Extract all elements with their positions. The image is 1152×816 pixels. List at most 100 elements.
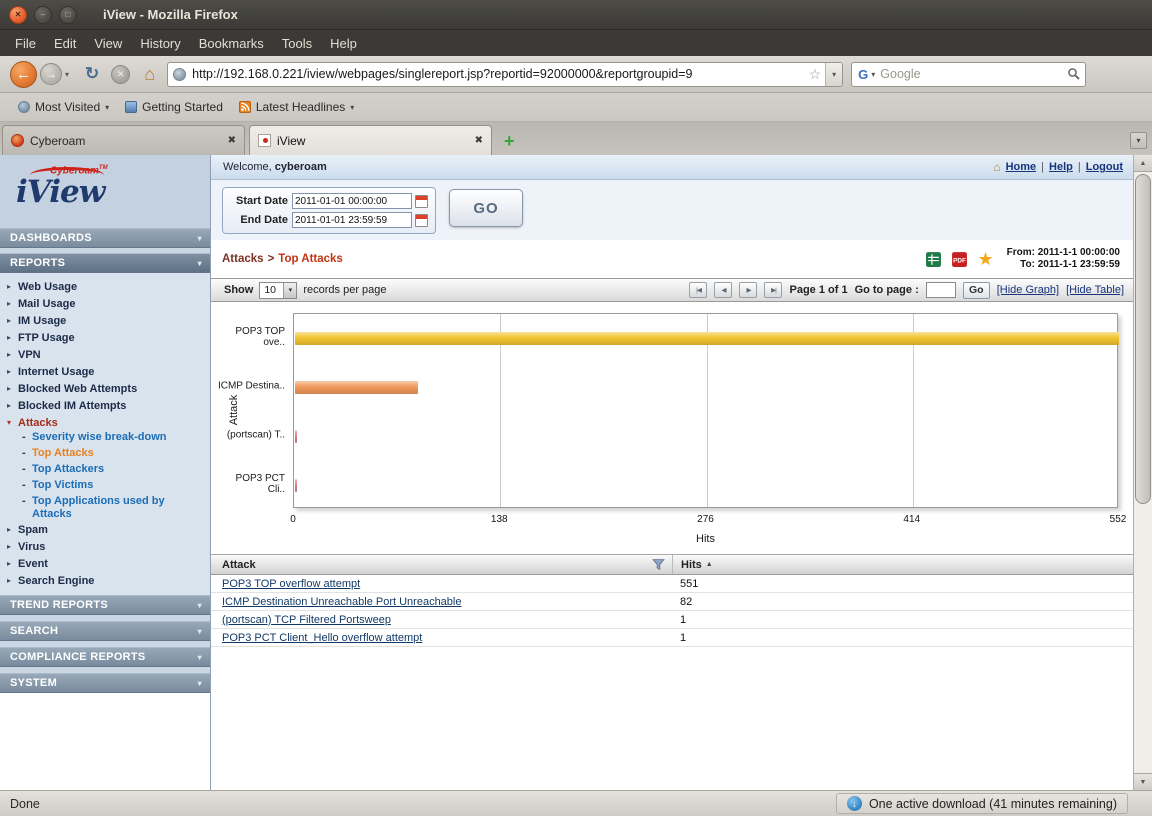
- scroll-down-icon[interactable]: ▼: [1134, 773, 1152, 790]
- attack-link[interactable]: (portscan) TCP Filtered Portsweep: [222, 614, 391, 626]
- last-page-button[interactable]: ▶|: [764, 282, 782, 298]
- sidebar-item-internet-usage[interactable]: ▸Internet Usage: [0, 363, 210, 380]
- sidebar-item-spam[interactable]: ▸Spam: [0, 521, 210, 538]
- dash-icon: -: [22, 479, 32, 492]
- sidebar-section-compliance-reports[interactable]: COMPLIANCE REPORTS ▾: [0, 647, 210, 667]
- sidebar-subitem-top-attacks[interactable]: -Top Attacks: [0, 447, 210, 463]
- forward-button[interactable]: →: [40, 63, 62, 85]
- home-link[interactable]: Home: [1006, 161, 1037, 173]
- sidebar-subitem-severity-wise-break-down[interactable]: -Severity wise break-down: [0, 431, 210, 447]
- sidebar-subitem-top-attackers[interactable]: -Top Attackers: [0, 463, 210, 479]
- sidebar-item-vpn[interactable]: ▸VPN: [0, 346, 210, 363]
- sidebar-item-attacks[interactable]: ▾Attacks: [0, 414, 210, 431]
- help-link[interactable]: Help: [1049, 161, 1073, 173]
- sidebar-item-blocked-web-attempts[interactable]: ▸Blocked Web Attempts: [0, 380, 210, 397]
- chart-x-tick-label: 414: [903, 514, 920, 525]
- hide-table-link[interactable]: [Hide Table]: [1066, 284, 1124, 296]
- hide-graph-link[interactable]: [Hide Graph]: [997, 284, 1059, 296]
- list-all-tabs-icon[interactable]: ▾: [1130, 132, 1147, 149]
- url-text[interactable]: http://192.168.0.221/iview/webpages/sing…: [192, 67, 804, 81]
- download-status[interactable]: ↓ One active download (41 minutes remain…: [836, 793, 1128, 814]
- next-page-button[interactable]: ▶: [739, 282, 757, 298]
- search-icon[interactable]: [1067, 67, 1081, 81]
- stop-button[interactable]: ✕: [111, 65, 130, 84]
- status-bar: Done ↓ One active download (41 minutes r…: [0, 790, 1152, 816]
- sidebar-section-system[interactable]: SYSTEM ▾: [0, 673, 210, 693]
- export-excel-icon[interactable]: [925, 251, 942, 268]
- attack-link[interactable]: POP3 TOP overflow attempt: [222, 578, 360, 590]
- prev-page-button[interactable]: ◀: [714, 282, 732, 298]
- search-engine-icon[interactable]: G: [858, 67, 868, 82]
- sidebar-item-search-engine[interactable]: ▸Search Engine: [0, 572, 210, 589]
- window-close-button[interactable]: ✕: [9, 6, 27, 24]
- tab-bar: Cyberoam ✖ iView ✖ + ▾: [0, 122, 1152, 155]
- menu-file[interactable]: File: [6, 32, 45, 55]
- menu-view[interactable]: View: [85, 32, 131, 55]
- sidebar-item-ftp-usage[interactable]: ▸FTP Usage: [0, 329, 210, 346]
- sidebar-item-blocked-im-attempts[interactable]: ▸Blocked IM Attempts: [0, 397, 210, 414]
- menu-bookmarks[interactable]: Bookmarks: [190, 32, 273, 55]
- sidebar-section-search[interactable]: SEARCH ▾: [0, 621, 210, 641]
- hits-value: 551: [672, 578, 1133, 590]
- column-header-attack[interactable]: Attack: [211, 555, 672, 574]
- menu-history[interactable]: History: [131, 32, 189, 55]
- start-date-input[interactable]: [292, 193, 412, 209]
- sidebar-subitem-top-applications-used-by-attacks[interactable]: -Top Applications used by Attacks: [0, 495, 210, 521]
- goto-page-input[interactable]: [926, 282, 956, 298]
- calendar-icon[interactable]: [415, 214, 428, 227]
- sidebar-section-trend-reports[interactable]: TREND REPORTS ▾: [0, 595, 210, 615]
- sidebar-item-virus[interactable]: ▸Virus: [0, 538, 210, 555]
- bookmark-getting-started[interactable]: Getting Started: [117, 97, 231, 117]
- menu-help[interactable]: Help: [321, 32, 366, 55]
- breadcrumb-parent[interactable]: Attacks: [222, 253, 264, 265]
- chart-y-category-label: POP3 TOP ove..: [213, 326, 285, 348]
- goto-page-button[interactable]: Go: [963, 282, 990, 299]
- sidebar-section-reports[interactable]: REPORTS ▾: [0, 253, 210, 273]
- sidebar-item-mail-usage[interactable]: ▸Mail Usage: [0, 295, 210, 312]
- search-input[interactable]: Google: [880, 67, 1067, 81]
- sidebar-item-web-usage[interactable]: ▸Web Usage: [0, 278, 210, 295]
- url-dropdown-icon[interactable]: ▾: [825, 63, 842, 86]
- scrollbar-thumb[interactable]: [1135, 174, 1151, 504]
- sidebar-item-event[interactable]: ▸Event: [0, 555, 210, 572]
- vertical-scrollbar[interactable]: ▲ ▼: [1133, 155, 1152, 790]
- page-size-select[interactable]: 10 ▾: [259, 282, 297, 299]
- column-header-hits[interactable]: Hits ▲: [672, 555, 1133, 574]
- search-box[interactable]: G ▾ Google: [851, 62, 1086, 87]
- section-label: REPORTS: [10, 257, 65, 269]
- new-tab-button[interactable]: +: [504, 133, 515, 149]
- menu-tools[interactable]: Tools: [273, 32, 321, 55]
- go-button[interactable]: GO: [449, 189, 523, 227]
- calendar-icon[interactable]: [415, 195, 428, 208]
- home-button[interactable]: ⌂: [144, 64, 155, 85]
- export-pdf-icon[interactable]: PDF: [951, 251, 968, 268]
- tab-close-icon[interactable]: ✖: [228, 135, 236, 146]
- sidebar-item-im-usage[interactable]: ▸IM Usage: [0, 312, 210, 329]
- scroll-up-icon[interactable]: ▲: [1134, 155, 1152, 172]
- search-engine-dropdown-icon[interactable]: ▾: [871, 70, 875, 79]
- logout-link[interactable]: Logout: [1086, 161, 1123, 173]
- first-page-button[interactable]: |◀: [689, 282, 707, 298]
- tab-cyberoam[interactable]: Cyberoam ✖: [2, 125, 245, 155]
- bookmark-star-icon[interactable]: ☆: [809, 66, 822, 83]
- window-maximize-button[interactable]: □: [59, 6, 77, 24]
- tab-iview[interactable]: iView ✖: [249, 125, 492, 155]
- reload-button[interactable]: ↻: [85, 64, 99, 84]
- bookmark-most-visited[interactable]: Most Visited ▾: [10, 97, 117, 117]
- sidebar-section-dashboards[interactable]: DASHBOARDS ▾: [0, 228, 210, 248]
- end-date-input[interactable]: [292, 212, 412, 228]
- triangle-right-icon: ▸: [7, 542, 18, 551]
- sidebar-subitem-top-victims[interactable]: -Top Victims: [0, 479, 210, 495]
- tab-close-icon[interactable]: ✖: [475, 135, 483, 146]
- bookmark-latest-headlines[interactable]: Latest Headlines ▾: [231, 97, 362, 117]
- back-button[interactable]: ←: [10, 61, 37, 88]
- url-bar[interactable]: http://192.168.0.221/iview/webpages/sing…: [167, 62, 843, 87]
- favorite-star-icon[interactable]: ★: [977, 251, 993, 267]
- window-minimize-button[interactable]: –: [34, 6, 52, 24]
- menu-edit[interactable]: Edit: [45, 32, 85, 55]
- attack-link[interactable]: POP3 PCT Client_Hello overflow attempt: [222, 632, 422, 644]
- filter-funnel-icon[interactable]: [652, 558, 665, 571]
- window-title: iView - Mozilla Firefox: [103, 7, 238, 22]
- attack-link[interactable]: ICMP Destination Unreachable Port Unreac…: [222, 596, 461, 608]
- history-dropdown-icon[interactable]: ▾: [65, 70, 69, 79]
